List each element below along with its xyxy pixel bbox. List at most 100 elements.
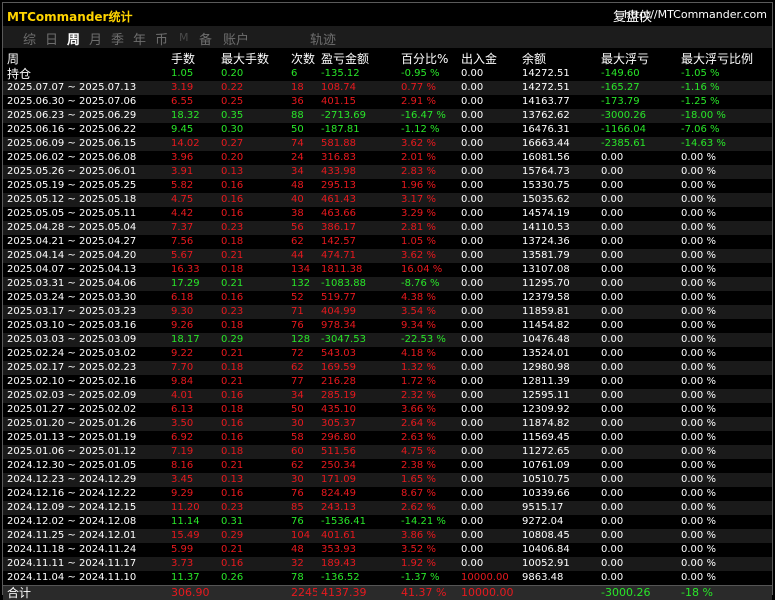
column-header[interactable]: 最大浮亏比例: [677, 50, 772, 67]
table-row[interactable]: 2024.12.09 ~ 2024.12.1511.200.2385243.13…: [3, 501, 772, 515]
max-lots-cell: 0.21: [217, 543, 287, 557]
column-header[interactable]: 次数: [287, 50, 317, 67]
table-row[interactable]: 2025.03.17 ~ 2025.03.239.300.2371404.993…: [3, 305, 772, 319]
column-header[interactable]: 周: [3, 50, 167, 67]
tab-5[interactable]: 年: [133, 29, 146, 48]
week-cell: 2025.06.02 ~ 2025.06.08: [3, 151, 167, 165]
column-header[interactable]: 手数: [167, 50, 217, 67]
table-row[interactable]: 2025.03.10 ~ 2025.03.169.260.1876978.349…: [3, 319, 772, 333]
table-row[interactable]: 2025.02.10 ~ 2025.02.169.840.2177216.281…: [3, 375, 772, 389]
table-row[interactable]: 2025.01.20 ~ 2025.01.263.500.1630305.372…: [3, 417, 772, 431]
total-row[interactable]: 合计306.9022454137.3941.37 %10000.00-3000.…: [3, 586, 772, 600]
max-lots-cell: 0.13: [217, 165, 287, 179]
table-row[interactable]: 2025.06.23 ~ 2025.06.2918.320.3588-2713.…: [3, 109, 772, 123]
lots-cell: 7.70: [167, 361, 217, 375]
table-row[interactable]: 2025.05.19 ~ 2025.05.255.820.1648295.131…: [3, 179, 772, 193]
table-row[interactable]: 2025.02.24 ~ 2025.03.029.220.2172543.034…: [3, 347, 772, 361]
table-row[interactable]: 2025.04.14 ~ 2025.04.205.670.2144474.713…: [3, 249, 772, 263]
table-row[interactable]: 2025.04.21 ~ 2025.04.277.560.1862142.571…: [3, 235, 772, 249]
table-row[interactable]: 2025.06.02 ~ 2025.06.083.960.2024316.832…: [3, 151, 772, 165]
week-cell: 2025.06.23 ~ 2025.06.29: [3, 109, 167, 123]
table-row[interactable]: 2024.11.18 ~ 2024.11.245.990.2148353.933…: [3, 543, 772, 557]
pnl-cell: 519.77: [317, 291, 397, 305]
column-header[interactable]: 百分比%: [397, 50, 457, 67]
count-cell: 62: [287, 459, 317, 473]
table-row[interactable]: 2025.02.17 ~ 2025.02.237.700.1862169.591…: [3, 361, 772, 375]
tab-8[interactable]: 备: [199, 29, 212, 48]
tab-0[interactable]: 综: [23, 29, 36, 48]
max-float-pct-cell: -7.06 %: [677, 123, 772, 137]
max-lots-cell: 0.18: [217, 319, 287, 333]
max-float-cell: 0.00: [597, 319, 677, 333]
tab-2[interactable]: 周: [67, 29, 80, 48]
pnl-cell: -2713.69: [317, 109, 397, 123]
tab-9[interactable]: 账户: [223, 29, 249, 48]
tab-3[interactable]: 月: [89, 29, 102, 48]
lots-cell: 5.82: [167, 179, 217, 193]
flow-cell: 0.00: [457, 179, 518, 193]
table-row[interactable]: 2025.06.09 ~ 2025.06.1514.020.2774581.88…: [3, 137, 772, 151]
tab-4[interactable]: 季: [111, 29, 124, 48]
table-row[interactable]: 2025.06.16 ~ 2025.06.229.450.3050-187.81…: [3, 123, 772, 137]
table-row[interactable]: 2025.05.05 ~ 2025.05.114.420.1638463.663…: [3, 207, 772, 221]
table-row[interactable]: 2025.02.03 ~ 2025.02.094.010.1634285.192…: [3, 389, 772, 403]
column-header[interactable]: 余额: [518, 50, 597, 67]
flow-cell: 0.00: [457, 305, 518, 319]
lots-cell: 3.96: [167, 151, 217, 165]
week-cell: 2025.06.30 ~ 2025.07.06: [3, 95, 167, 109]
count-cell: 76: [287, 515, 317, 529]
balance-cell: 14574.19: [518, 207, 597, 221]
column-header[interactable]: 出入金: [457, 50, 518, 67]
table-row[interactable]: 2025.05.12 ~ 2025.05.184.750.1640461.433…: [3, 193, 772, 207]
tab-6[interactable]: 币: [155, 29, 168, 48]
table-row[interactable]: 2025.01.27 ~ 2025.02.026.130.1850435.103…: [3, 403, 772, 417]
table-row[interactable]: 2025.07.07 ~ 2025.07.133.190.2218108.740…: [3, 81, 772, 95]
count-cell: 48: [287, 179, 317, 193]
max-float-cell: 0.00: [597, 361, 677, 375]
table-row[interactable]: 2025.01.13 ~ 2025.01.196.920.1658296.802…: [3, 431, 772, 445]
week-cell: 2025.05.26 ~ 2025.06.01: [3, 165, 167, 179]
table-row[interactable]: 2024.12.16 ~ 2024.12.229.290.1676824.498…: [3, 487, 772, 501]
table-row[interactable]: 2024.11.11 ~ 2024.11.173.730.1632189.431…: [3, 557, 772, 571]
table-row[interactable]: 2025.05.26 ~ 2025.06.013.910.1334433.982…: [3, 165, 772, 179]
lots-cell: 4.75: [167, 193, 217, 207]
max-float-cell: 0.00: [597, 151, 677, 165]
table-row[interactable]: 2025.04.07 ~ 2025.04.1316.330.181341811.…: [3, 263, 772, 277]
tab-1[interactable]: 日: [45, 29, 58, 48]
column-header[interactable]: 最大手数: [217, 50, 287, 67]
table-row[interactable]: 2024.12.30 ~ 2025.01.058.160.2162250.342…: [3, 459, 772, 473]
table-row[interactable]: 2025.01.06 ~ 2025.01.127.190.1860511.564…: [3, 445, 772, 459]
max-float-cell: 0.00: [597, 305, 677, 319]
max-lots-cell: 0.20: [217, 151, 287, 165]
brand-url-link[interactable]: http://MTCommander.com: [624, 8, 767, 21]
table-row[interactable]: 2025.03.24 ~ 2025.03.306.180.1652519.774…: [3, 291, 772, 305]
max-float-pct-cell: 0.00 %: [677, 263, 772, 277]
max-lots-cell: 0.16: [217, 557, 287, 571]
max-float-cell: 0.00: [597, 249, 677, 263]
table-row[interactable]: 2025.06.30 ~ 2025.07.066.550.2536401.152…: [3, 95, 772, 109]
table-row[interactable]: 2025.03.31 ~ 2025.04.0617.290.21132-1083…: [3, 277, 772, 291]
holding-row[interactable]: 持仓1.050.206-135.12-0.95 %0.0014272.51-14…: [3, 67, 772, 81]
table-row[interactable]: 2025.04.28 ~ 2025.05.047.370.2356386.172…: [3, 221, 772, 235]
week-cell: 2025.01.06 ~ 2025.01.12: [3, 445, 167, 459]
week-cell: 2025.04.28 ~ 2025.05.04: [3, 221, 167, 235]
table-row[interactable]: 2025.03.03 ~ 2025.03.0918.170.29128-3047…: [3, 333, 772, 347]
lots-cell: 4.42: [167, 207, 217, 221]
column-header[interactable]: 盈亏金额: [317, 50, 397, 67]
pct-cell: -22.53 %: [397, 333, 457, 347]
week-cell: 2024.11.11 ~ 2024.11.17: [3, 557, 167, 571]
pnl-cell: -135.12: [317, 67, 397, 81]
pnl-cell: 295.13: [317, 179, 397, 193]
table-row[interactable]: 2024.11.04 ~ 2024.11.1011.370.2678-136.5…: [3, 571, 772, 586]
balance-cell: 13581.79: [518, 249, 597, 263]
table-row[interactable]: 2024.12.23 ~ 2024.12.293.450.1330171.091…: [3, 473, 772, 487]
flow-cell: 0.00: [457, 389, 518, 403]
column-header[interactable]: 最大浮亏: [597, 50, 677, 67]
table-row[interactable]: 2024.11.25 ~ 2024.12.0115.490.29104401.6…: [3, 529, 772, 543]
tab-10[interactable]: 轨迹: [310, 29, 336, 48]
tab-7[interactable]: M: [179, 31, 189, 44]
table-row[interactable]: 2024.12.02 ~ 2024.12.0811.140.3176-1536.…: [3, 515, 772, 529]
lots-cell: 11.37: [167, 571, 217, 586]
pnl-cell: 316.83: [317, 151, 397, 165]
balance-cell: 12980.98: [518, 361, 597, 375]
